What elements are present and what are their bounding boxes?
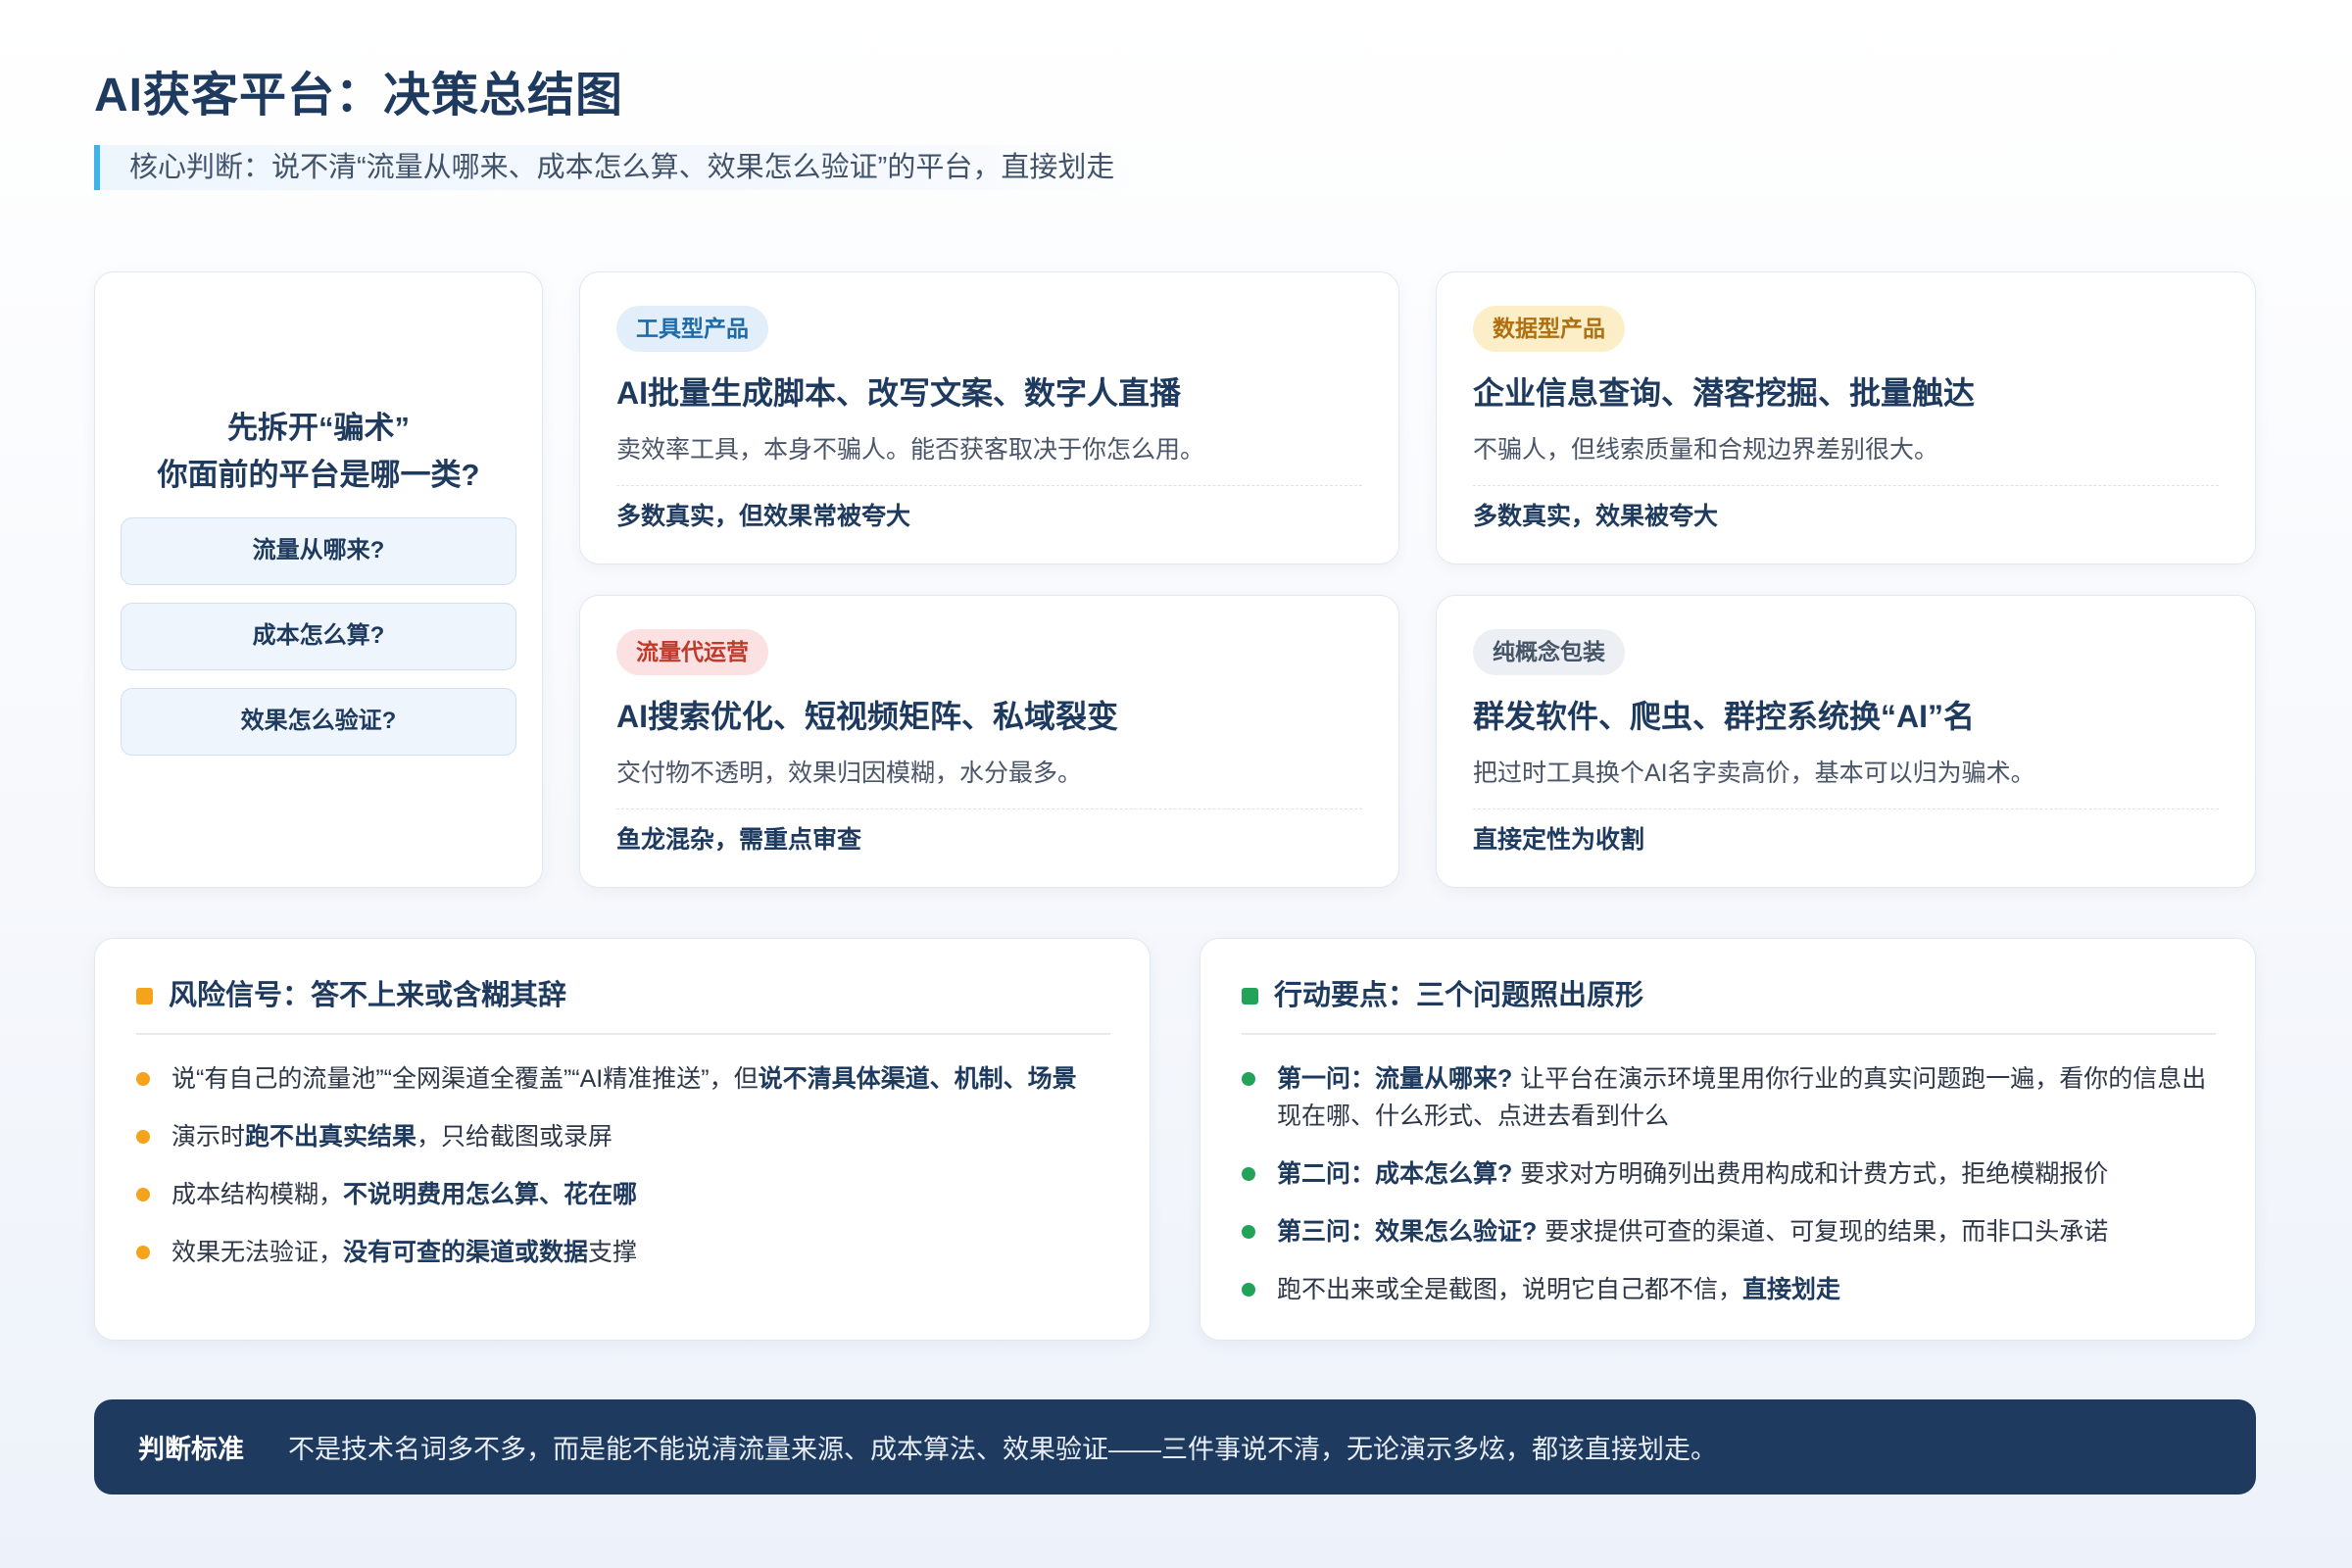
category-verdict: 多数真实，但效果常被夸大 bbox=[616, 503, 911, 530]
category-tag: 流量代运营 bbox=[616, 629, 768, 675]
judgment-standard-banner: 判断标准 不是技术名词多不多，而是能不能说清流量来源、成本算法、效果验证——三件… bbox=[94, 1399, 2256, 1494]
item-emphasis: 没有可查的渠道或数据 bbox=[343, 1239, 589, 1266]
item-tail: ，只给截图或录屏 bbox=[416, 1123, 613, 1151]
category-description: 卖效率工具，本身不骗人。能否获客取决于你怎么用。 bbox=[616, 436, 1205, 464]
item-emphasis: 不说明费用怎么算、花在哪 bbox=[343, 1181, 638, 1208]
category-verdict: 鱼龙混杂，需重点审查 bbox=[616, 826, 862, 854]
bullet-dot-icon bbox=[1242, 1225, 1255, 1239]
bullet-dot-icon bbox=[136, 1072, 150, 1086]
item-text: 要求提供可查的渠道、可复现的结果，而非口头承诺 bbox=[1544, 1218, 2109, 1246]
page-title: AI获客平台：决策总结图 bbox=[94, 70, 624, 122]
panel-title: 行动要点：三个问题照出原形 bbox=[1274, 980, 1644, 1011]
bullet-dot-icon bbox=[1242, 1072, 1255, 1086]
question-chip-cost: 成本怎么算? bbox=[121, 602, 516, 670]
risk-marker-icon bbox=[136, 987, 153, 1004]
list-item: 演示时跑不出真实结果，只给截图或录屏 bbox=[136, 1118, 1110, 1155]
panel-title: 风险信号：答不上来或含糊其辞 bbox=[169, 980, 567, 1011]
list-item: 跑不出来或全是截图，说明它自己都不信，直接划走 bbox=[1242, 1271, 2216, 1308]
category-title: 企业信息查询、潜客挖掘、批量触达 bbox=[1473, 375, 1976, 411]
item-text: 要求对方明确列出费用构成和计费方式，拒绝模糊报价 bbox=[1520, 1160, 2109, 1188]
list-item: 效果无法验证，没有可查的渠道或数据支撑 bbox=[136, 1234, 1110, 1271]
bullet-dot-icon bbox=[136, 1246, 150, 1259]
category-card-concept: 纯概念包装 群发软件、爬虫、群控系统换“AI”名 把过时工具换个AI名字卖高价，… bbox=[1436, 595, 2256, 888]
panel-header: 行动要点：三个问题照出原形 bbox=[1242, 974, 2216, 1017]
infographic-page: AI获客平台：决策总结图 核心判断：说不清“流量从哪来、成本怎么算、效果怎么验证… bbox=[0, 0, 2352, 1568]
item-emphasis: 第二问：成本怎么算? bbox=[1277, 1160, 1513, 1188]
item-text: 效果无法验证， bbox=[172, 1239, 344, 1266]
dashed-divider bbox=[1473, 808, 2219, 809]
item-text: 成本结构模糊， bbox=[172, 1181, 344, 1208]
category-card-data: 数据型产品 企业信息查询、潜客挖掘、批量触达 不骗人，但线索质量和合规边界差别很… bbox=[1436, 271, 2256, 564]
panel-header: 风险信号：答不上来或含糊其辞 bbox=[136, 974, 1110, 1017]
category-description: 交付物不透明，效果归因模糊，水分最多。 bbox=[616, 760, 1083, 787]
category-tag: 工具型产品 bbox=[616, 306, 768, 352]
banner-text: 不是技术名词多不多，而是能不能说清流量来源、成本算法、效果验证——三件事说不清，… bbox=[288, 1435, 1717, 1464]
category-tag: 纯概念包装 bbox=[1473, 629, 1625, 675]
item-tail: 支撑 bbox=[588, 1239, 638, 1266]
bullet-dot-icon bbox=[136, 1130, 150, 1144]
category-tag: 数据型产品 bbox=[1473, 306, 1625, 352]
action-points-panel: 行动要点：三个问题照出原形 第一问：流量从哪来? 让平台在演示环境里用你行业的真实… bbox=[1200, 938, 2256, 1341]
bullet-dot-icon bbox=[1242, 1283, 1255, 1297]
action-list: 第一问：流量从哪来? 让平台在演示环境里用你行业的真实问题跑一遍，看你的信息出现在… bbox=[1242, 1060, 2216, 1308]
category-title: 群发软件、爬虫、群控系统换“AI”名 bbox=[1473, 699, 1976, 734]
question-chip-traffic: 流量从哪来? bbox=[121, 516, 516, 585]
category-title: AI搜索优化、短视频矩阵、私域裂变 bbox=[616, 699, 1119, 734]
action-marker-icon bbox=[1242, 987, 1258, 1004]
intro-card: 先拆开“骗术” 你面前的平台是哪一类? 流量从哪来? 成本怎么算? 效果怎么验证… bbox=[94, 271, 543, 888]
category-verdict: 多数真实，效果被夸大 bbox=[1473, 503, 1719, 530]
panel-divider bbox=[1242, 1033, 2216, 1035]
list-item: 成本结构模糊，不说明费用怎么算、花在哪 bbox=[136, 1176, 1110, 1213]
dashed-divider bbox=[1473, 485, 2219, 486]
list-item: 说“有自己的流量池”“全网渠道全覆盖”“AI精准推送”，但说不清具体渠道、机制、… bbox=[136, 1060, 1110, 1098]
intro-heading-line-2: 你面前的平台是哪一类? bbox=[157, 457, 480, 492]
category-description: 不骗人，但线索质量和合规边界差别很大。 bbox=[1473, 436, 1939, 464]
item-text: 演示时 bbox=[172, 1123, 246, 1151]
item-emphasis: 直接划走 bbox=[1742, 1276, 1841, 1303]
bullet-dot-icon bbox=[136, 1188, 150, 1201]
risk-list: 说“有自己的流量池”“全网渠道全覆盖”“AI精准推送”，但说不清具体渠道、机制、… bbox=[136, 1060, 1110, 1271]
question-list: 流量从哪来? 成本怎么算? 效果怎么验证? bbox=[121, 516, 516, 756]
category-description: 把过时工具换个AI名字卖高价，基本可以归为骗术。 bbox=[1473, 760, 2035, 787]
risk-signals-panel: 风险信号：答不上来或含糊其辞 说“有自己的流量池”“全网渠道全覆盖”“AI精准推… bbox=[94, 938, 1151, 1341]
item-emphasis: 第一问：流量从哪来? bbox=[1277, 1065, 1513, 1093]
category-verdict: 直接定性为收割 bbox=[1473, 826, 1645, 854]
intro-heading-line-1: 先拆开“骗术” bbox=[227, 410, 410, 445]
item-text: 说“有自己的流量池”“全网渠道全覆盖”“AI精准推送”，但 bbox=[172, 1065, 759, 1093]
question-chip-verify: 效果怎么验证? bbox=[121, 687, 516, 756]
list-item: 第三问：效果怎么验证? 要求提供可查的渠道、可复现的结果，而非口头承诺 bbox=[1242, 1213, 2216, 1250]
category-grid: 先拆开“骗术” 你面前的平台是哪一类? 流量从哪来? 成本怎么算? 效果怎么验证… bbox=[94, 271, 2256, 888]
item-emphasis: 第三问：效果怎么验证? bbox=[1277, 1218, 1538, 1246]
item-emphasis: 跑不出真实结果 bbox=[245, 1123, 417, 1151]
bullet-dot-icon bbox=[1242, 1167, 1255, 1181]
list-item: 第一问：流量从哪来? 让平台在演示环境里用你行业的真实问题跑一遍，看你的信息出现在… bbox=[1242, 1060, 2216, 1135]
category-card-tool: 工具型产品 AI批量生成脚本、改写文案、数字人直播 卖效率工具，本身不骗人。能否… bbox=[579, 271, 1399, 564]
dashed-divider bbox=[616, 808, 1362, 809]
list-item: 第二问：成本怎么算? 要求对方明确列出费用构成和计费方式，拒绝模糊报价 bbox=[1242, 1155, 2216, 1193]
panel-divider bbox=[136, 1033, 1110, 1035]
item-emphasis: 说不清具体渠道、机制、场景 bbox=[758, 1065, 1077, 1093]
banner-label: 判断标准 bbox=[138, 1435, 244, 1464]
dashed-divider bbox=[616, 485, 1362, 486]
page-subtitle: 核心判断：说不清“流量从哪来、成本怎么算、效果怎么验证”的平台，直接划走 bbox=[94, 145, 1139, 190]
item-text: 跑不出来或全是截图，说明它自己都不信， bbox=[1277, 1276, 1743, 1303]
category-card-traffic-ops: 流量代运营 AI搜索优化、短视频矩阵、私域裂变 交付物不透明，效果归因模糊，水分… bbox=[579, 595, 1399, 888]
category-title: AI批量生成脚本、改写文案、数字人直播 bbox=[616, 375, 1182, 411]
